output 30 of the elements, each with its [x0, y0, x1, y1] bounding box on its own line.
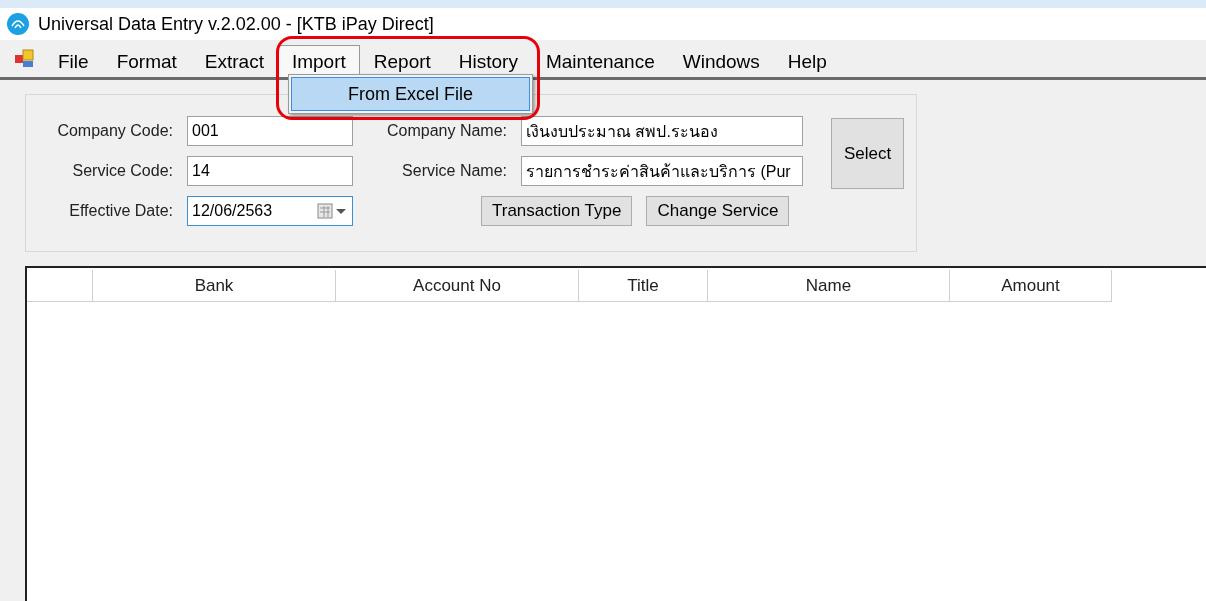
menu-item[interactable]: Extract [190, 45, 278, 77]
column-header[interactable]: Name [708, 270, 950, 302]
menu-item[interactable]: Maintenance [531, 45, 669, 77]
window-title: Universal Data Entry v.2.02.00 - [KTB iPay Direct] [38, 12, 434, 36]
text-field[interactable]: เงินงบประมาณ สพป.ระนอง [521, 116, 803, 146]
date-picker[interactable]: 12/06/2563 [187, 196, 353, 226]
column-header[interactable]: Amount [950, 270, 1112, 302]
action-button[interactable]: Transaction Type [481, 196, 633, 226]
field-label: Service Code: [71, 161, 173, 181]
menu-item[interactable]: Report [359, 45, 445, 77]
field-label: Company Name: [385, 121, 507, 141]
field-label: Service Name: [401, 161, 507, 181]
menu-item[interactable]: History [444, 45, 532, 77]
field-label: Effective Date: [68, 201, 173, 221]
menu-item[interactable]: Help [773, 45, 841, 77]
text-field[interactable]: 001 [187, 116, 353, 146]
date-value: 12/06/2563 [192, 201, 273, 221]
select-button[interactable]: Select [831, 118, 904, 189]
column-header[interactable]: Title [579, 270, 708, 302]
action-button[interactable]: Change Service [646, 196, 790, 226]
column-header[interactable]: Account No [336, 270, 579, 302]
menu-item[interactable]: Import [277, 45, 360, 77]
menu-item[interactable]: File [44, 45, 103, 77]
text-field[interactable]: 14 [187, 156, 353, 186]
column-header[interactable]: Bank [93, 270, 336, 302]
field-label: Company Code: [56, 121, 173, 141]
menu-option[interactable]: From Excel File [291, 77, 530, 111]
menu-item[interactable]: Format [102, 45, 191, 77]
menu-item[interactable]: Windows [668, 45, 774, 77]
text-field[interactable]: รายการชำระค่าสินค้าและบริการ (Pur [521, 156, 803, 186]
